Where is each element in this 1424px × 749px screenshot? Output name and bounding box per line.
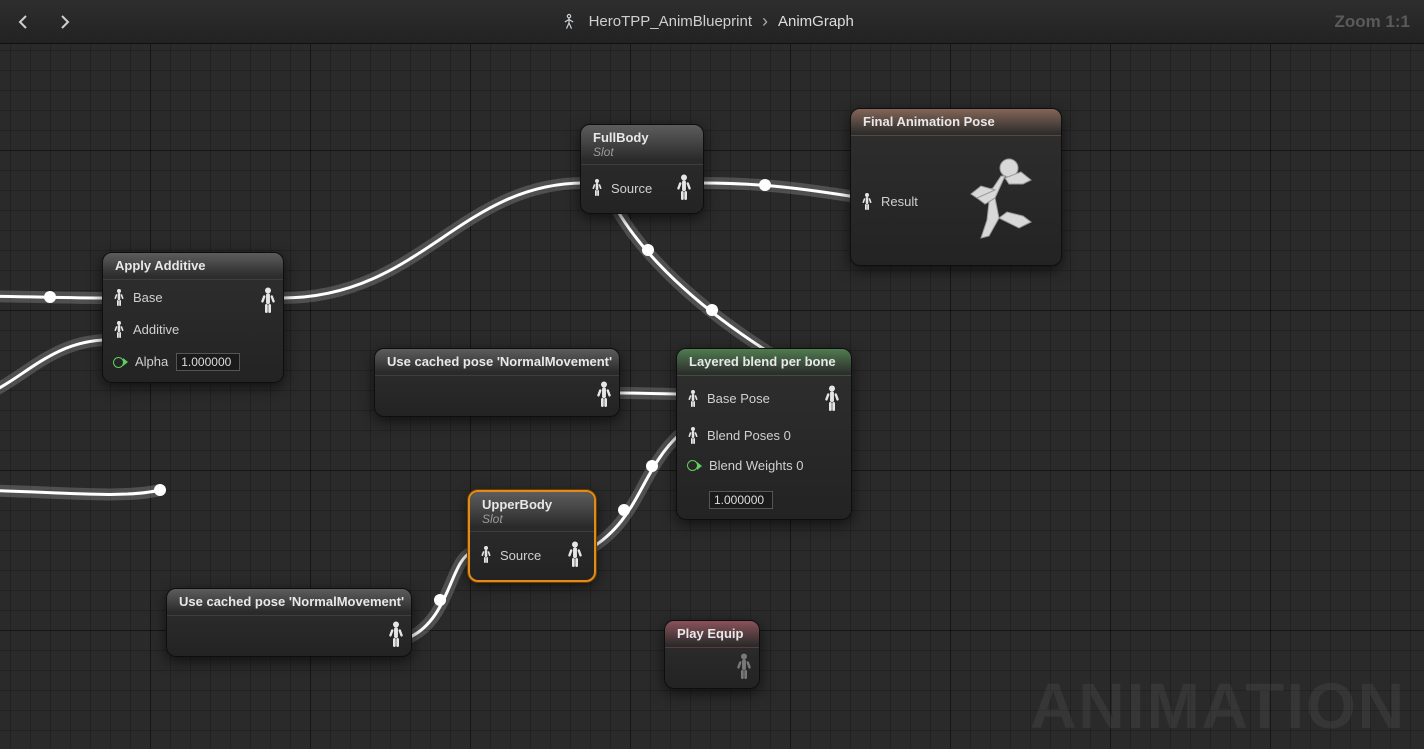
running-pose-preview-icon	[935, 142, 1055, 262]
pose-output-pin-icon[interactable]	[735, 652, 753, 682]
pose-pin-icon[interactable]	[687, 389, 699, 409]
node-cached-pose-normalmovement-1[interactable]: Use cached pose 'NormalMovement'	[374, 348, 620, 417]
node-final-animation-pose[interactable]: Final Animation Pose Result	[850, 108, 1062, 266]
node-title: Use cached pose 'NormalMovement'	[179, 595, 399, 610]
node-subtitle: Slot	[593, 146, 691, 159]
topbar: HeroTPP_AnimBlueprint › AnimGraph Zoom 1…	[0, 0, 1424, 44]
pose-output-pin-icon[interactable]	[387, 620, 405, 650]
blend-weights-value-input[interactable]: 1.000000	[709, 491, 773, 509]
nav-back-button[interactable]	[10, 8, 38, 36]
alpha-value-input[interactable]: 1.000000	[176, 353, 240, 371]
pose-output-pin-icon[interactable]	[675, 173, 693, 203]
pin-label: Base Pose	[707, 391, 770, 406]
node-apply-additive[interactable]: Apply Additive Base Additive Alpha 1.000…	[102, 252, 284, 383]
pose-output-pin-icon[interactable]	[595, 380, 613, 410]
node-layered-blend-per-bone[interactable]: Layered blend per bone Base Pose Blend P…	[676, 348, 852, 520]
anim-blueprint-icon	[559, 12, 579, 32]
pin-label: Blend Weights 0	[709, 458, 803, 473]
node-cached-pose-normalmovement-2[interactable]: Use cached pose 'NormalMovement'	[166, 588, 412, 657]
pin-label: Blend Poses 0	[707, 428, 791, 443]
pose-pin-icon[interactable]	[113, 288, 125, 308]
breadcrumb: HeroTPP_AnimBlueprint › AnimGraph	[78, 11, 1334, 32]
scalar-pin-icon[interactable]	[687, 458, 701, 472]
node-header[interactable]: Use cached pose 'NormalMovement'	[167, 589, 411, 616]
node-upperbody-slot[interactable]: UpperBody Slot Source	[468, 490, 596, 582]
node-title: Final Animation Pose	[863, 115, 1049, 130]
node-header[interactable]: FullBody Slot	[581, 125, 703, 165]
nav-forward-button[interactable]	[50, 8, 78, 36]
node-fullbody-slot[interactable]: FullBody Slot Source	[580, 124, 704, 214]
node-title: Play Equip	[677, 627, 747, 642]
node-header[interactable]: Apply Additive	[103, 253, 283, 280]
pin-label: Source	[500, 548, 541, 563]
pose-pin-icon[interactable]	[687, 426, 699, 446]
node-play-equip[interactable]: Play Equip	[664, 620, 760, 689]
node-header[interactable]: Play Equip	[665, 621, 759, 648]
node-title: Use cached pose 'NormalMovement'	[387, 355, 607, 370]
pose-pin-icon[interactable]	[861, 192, 873, 212]
scalar-pin-icon[interactable]	[113, 355, 127, 369]
breadcrumb-separator-icon: ›	[762, 11, 768, 32]
pin-label: Alpha	[135, 354, 168, 369]
pose-output-pin-icon[interactable]	[823, 384, 841, 414]
breadcrumb-asset-link[interactable]: HeroTPP_AnimBlueprint	[589, 13, 752, 30]
node-title: Layered blend per bone	[689, 355, 839, 370]
node-subtitle: Slot	[482, 513, 582, 526]
pose-pin-icon[interactable]	[591, 178, 603, 198]
node-header[interactable]: UpperBody Slot	[470, 492, 594, 532]
node-header[interactable]: Final Animation Pose	[851, 109, 1061, 136]
node-title: Apply Additive	[115, 259, 271, 274]
pose-output-pin-icon[interactable]	[566, 540, 584, 570]
pin-label: Base	[133, 290, 163, 305]
node-header[interactable]: Use cached pose 'NormalMovement'	[375, 349, 619, 376]
pose-output-pin-icon[interactable]	[259, 286, 277, 316]
pose-pin-icon[interactable]	[480, 545, 492, 565]
pin-label: Source	[611, 181, 652, 196]
node-header[interactable]: Layered blend per bone	[677, 349, 851, 376]
pin-label: Additive	[133, 322, 179, 337]
pin-label: Result	[881, 194, 918, 209]
pose-pin-icon[interactable]	[113, 320, 125, 340]
node-title: UpperBody	[482, 498, 582, 513]
zoom-indicator: Zoom 1:1	[1334, 12, 1410, 32]
node-title: FullBody	[593, 131, 691, 146]
breadcrumb-current: AnimGraph	[778, 13, 854, 30]
